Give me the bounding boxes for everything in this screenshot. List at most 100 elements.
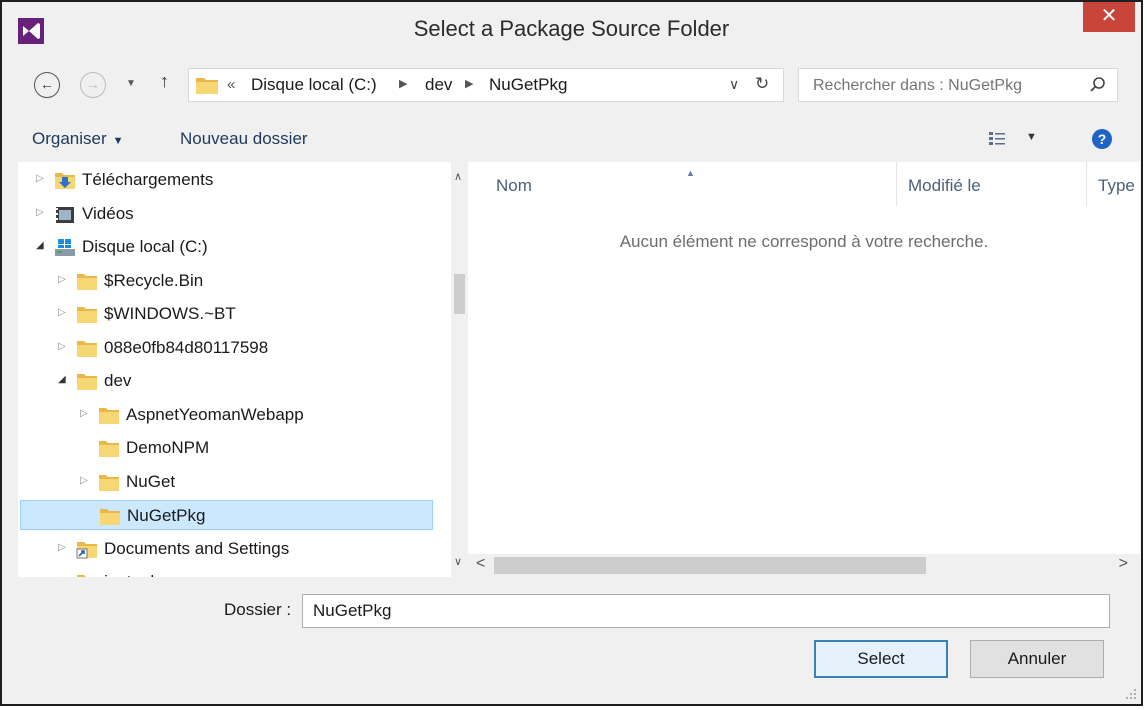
tree-item-label: Vidéos — [82, 203, 134, 223]
tree-item[interactable]: ◢ Disque local (C:) — [20, 232, 433, 262]
new-folder-button[interactable]: Nouveau dossier — [180, 129, 308, 149]
expand-icon[interactable]: ▷ — [36, 173, 44, 184]
address-dropdown-icon[interactable]: ∨ — [729, 76, 739, 93]
column-divider[interactable] — [896, 162, 897, 206]
chevron-down-icon: ▼ — [112, 135, 124, 147]
search-box[interactable] — [798, 68, 1118, 103]
videos-icon — [56, 206, 74, 223]
title-bar[interactable]: Select a Package Source Folder ✕ — [2, 2, 1141, 62]
expand-icon[interactable]: ▷ — [58, 542, 66, 553]
breadcrumb-drive[interactable]: Disque local (C:) — [251, 75, 377, 95]
help-icon[interactable]: ? — [1092, 129, 1112, 149]
command-bar: Organiser ▼ Nouveau dossier ▼ ? — [2, 117, 1141, 161]
folder-label: Dossier : — [224, 600, 292, 619]
tree-item[interactable]: ▷ $Recycle.Bin — [20, 266, 433, 296]
select-button[interactable]: Select — [814, 640, 948, 678]
recent-locations-chevron-icon[interactable]: ▼ — [126, 78, 136, 89]
scroll-up-icon[interactable]: ∧ — [454, 170, 462, 183]
tree-item-label: $Recycle.Bin — [104, 270, 204, 290]
tree-item[interactable]: ▷ inetpub — [20, 567, 433, 577]
tree-item[interactable]: ▷ Vidéos — [20, 199, 433, 229]
tree-item-label: 088e0fb84d80117598 — [104, 337, 269, 357]
folder-icon — [77, 273, 97, 290]
view-options-chevron-icon[interactable]: ▼ — [1026, 131, 1037, 143]
resize-grip-icon[interactable] — [1125, 688, 1137, 700]
tree-item-label: dev — [104, 371, 132, 390]
column-header-name[interactable]: Nom — [496, 176, 532, 196]
expand-icon[interactable]: ▷ — [58, 341, 66, 352]
tree-item[interactable]: ▷ $WINDOWS.~BT — [20, 299, 433, 329]
scrollbar-thumb[interactable] — [494, 557, 926, 574]
tree-item-label: NuGet — [126, 471, 176, 491]
organize-label: Organiser — [32, 129, 107, 148]
tree-item[interactable]: ▷ Téléchargements — [20, 165, 433, 195]
cancel-button[interactable]: Annuler — [970, 640, 1104, 678]
downloads-icon — [55, 173, 75, 189]
tree-item[interactable]: ▷ AspnetYeomanWebapp — [20, 400, 433, 430]
folder-name-input[interactable] — [302, 594, 1110, 628]
tree-item-label: Documents and Settings — [104, 538, 290, 558]
expand-icon[interactable]: ▷ — [58, 274, 66, 285]
file-list[interactable]: ▲ Nom Modifié le Type Aucun élément ne c… — [468, 162, 1140, 577]
tree-item-label: $WINDOWS.~BT — [104, 304, 236, 323]
expand-icon[interactable]: ▷ — [80, 475, 88, 486]
folder-icon — [77, 374, 97, 390]
breadcrumb-overflow[interactable]: « — [227, 76, 235, 93]
breadcrumb-chevron-icon[interactable]: ▶ — [399, 77, 407, 90]
scroll-down-icon[interactable]: ∨ — [454, 555, 462, 568]
scroll-right-icon[interactable]: > — [1119, 555, 1128, 573]
drive-icon — [55, 239, 75, 256]
folder-icon — [77, 575, 97, 577]
tree-item[interactable]: DemoNPM — [20, 433, 433, 463]
shortcut-folder-icon — [76, 541, 97, 558]
search-input[interactable] — [799, 69, 1095, 103]
scrollbar-thumb[interactable] — [454, 274, 465, 314]
back-button[interactable]: ← — [34, 72, 60, 98]
folder-icon — [99, 407, 119, 424]
folder-icon — [99, 474, 119, 491]
tree-item[interactable]: ▷ 088e0fb84d80117598 — [20, 333, 433, 363]
column-header-modified[interactable]: Modifié le — [908, 176, 981, 196]
breadcrumb-dev[interactable]: dev — [425, 75, 452, 95]
view-options-icon[interactable] — [989, 131, 1011, 147]
breadcrumb-chevron-icon[interactable]: ▶ — [465, 77, 473, 90]
tree-item-label: AspnetYeomanWebapp — [126, 404, 304, 424]
tree-item[interactable]: NuGetPkg — [20, 500, 433, 530]
column-header-type[interactable]: Type — [1098, 176, 1135, 196]
expand-icon[interactable]: ▷ — [58, 575, 66, 577]
organize-menu-button[interactable]: Organiser ▼ — [32, 129, 124, 149]
scroll-left-icon[interactable]: < — [476, 555, 485, 573]
tree-item-label: DemoNPM — [126, 438, 210, 457]
folder-icon — [100, 509, 120, 525]
expand-icon[interactable]: ▷ — [58, 307, 66, 318]
folder-icon — [77, 340, 97, 357]
search-icon[interactable] — [1089, 76, 1107, 94]
tree-scrollbar[interactable]: ∧ ∨ — [451, 162, 466, 577]
breadcrumb-nugetpkg[interactable]: NuGetPkg — [489, 75, 567, 95]
folder-icon — [99, 441, 119, 457]
tree-item-label: Disque local (C:) — [82, 237, 208, 256]
refresh-icon[interactable]: ↻ — [755, 74, 769, 94]
expand-icon[interactable]: ▷ — [36, 207, 44, 218]
navigation-tree[interactable]: ▷ Téléchargements ▷ Vidéos ◢ Disque local (C:… — [18, 162, 466, 577]
tree-item-label: NuGetPkg — [127, 506, 206, 525]
navigation-bar: ← → ▼ ↑ « Disque local (C:) ▶ dev ▶ NuGe… — [2, 62, 1141, 108]
close-button[interactable]: ✕ — [1083, 2, 1135, 32]
tree-item[interactable]: ▷ Documents and Settings — [20, 534, 433, 564]
tree-item[interactable]: ◢ dev — [20, 366, 433, 396]
folder-icon — [77, 307, 97, 323]
collapse-icon[interactable]: ◢ — [36, 240, 44, 251]
expand-icon[interactable]: ▷ — [80, 408, 88, 419]
forward-button[interactable]: → — [80, 72, 106, 98]
column-divider[interactable] — [1086, 162, 1087, 206]
folder-picker-dialog: Select a Package Source Folder ✕ ← → ▼ ↑… — [0, 0, 1143, 706]
up-button[interactable]: ↑ — [160, 71, 169, 92]
tree-item-label: Téléchargements — [82, 170, 214, 189]
collapse-icon[interactable]: ◢ — [58, 374, 66, 385]
tree-item-label: inetpub — [104, 572, 160, 577]
tree-item[interactable]: ▷ NuGet — [20, 467, 433, 497]
address-bar[interactable]: « Disque local (C:) ▶ dev ▶ NuGetPkg ∨ ↻ — [188, 68, 784, 102]
horizontal-scrollbar[interactable]: < > — [468, 554, 1140, 577]
window-title: Select a Package Source Folder — [413, 16, 730, 41]
empty-message: Aucun élément ne correspond à votre rech… — [619, 232, 989, 251]
